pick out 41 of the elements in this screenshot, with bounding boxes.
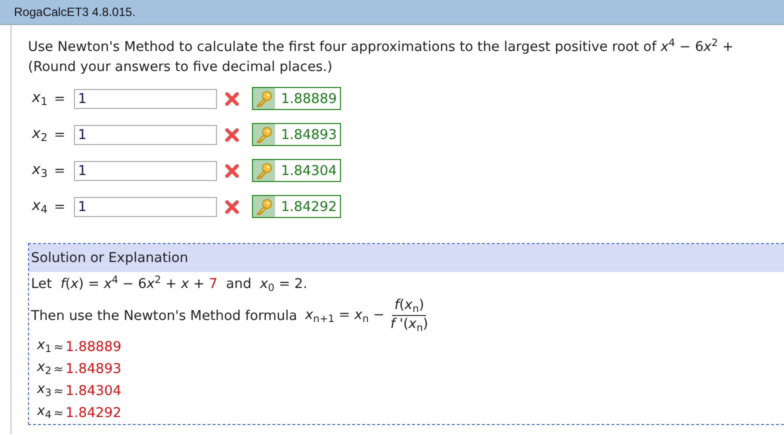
answer-field[interactable]: 1 xyxy=(74,160,217,180)
equals-sign: = xyxy=(54,90,66,106)
answer-key-value: 1.88889 xyxy=(280,90,338,108)
approx-sign: ≈ xyxy=(53,405,64,422)
approx-sign: ≈ xyxy=(53,339,64,356)
answer-key-value: 1.84893 xyxy=(280,126,338,144)
variable-label: x$_{2}$ xyxy=(37,358,52,378)
approx-sign: ≈ xyxy=(53,383,64,400)
solution-heading: Solution or Explanation xyxy=(29,244,784,272)
approximation-value: 1.84893 xyxy=(66,360,122,379)
question-text: Use Newton's Method to calculate the first four approximations to the largest positive root of x$^{4}$ − 6x$^{2}$ + xyxy=(28,37,735,57)
variable-label: x$_{4}$ xyxy=(32,198,49,216)
approximation-value: 1.84292 xyxy=(66,404,122,423)
variable-label: x$_{1}$ xyxy=(32,90,49,108)
formula-text: x$_{n+1}$ = x$_{n}$ − xyxy=(305,306,384,324)
answer-key-value: 1.84304 xyxy=(280,162,338,180)
variable-label: x$_{1}$ xyxy=(37,336,52,356)
variable-label: x$_{4}$ xyxy=(37,402,52,422)
approx-sign: ≈ xyxy=(53,361,64,378)
key-icon xyxy=(253,196,275,217)
key-icon xyxy=(253,160,275,181)
numerator-text: f(x$_{n}$) xyxy=(392,297,426,316)
answer-field[interactable]: 1 xyxy=(74,124,217,144)
variable-label: x$_{2}$ xyxy=(32,126,49,144)
answer-field[interactable]: 1 xyxy=(74,88,217,108)
key-icon xyxy=(253,124,275,145)
approximation-value: 1.84304 xyxy=(66,382,122,401)
answer-key-value: 1.84292 xyxy=(280,198,338,216)
equals-sign: = xyxy=(54,162,66,178)
equals-sign: = xyxy=(54,126,66,142)
window-title: RogaCalcET3 4.8.015. xyxy=(14,5,136,19)
key-icon xyxy=(253,88,275,109)
answer-field[interactable]: 1 xyxy=(74,196,217,216)
question-text: (Round your answers to five decimal places.) xyxy=(28,58,334,77)
solution-text: Then use the Newton's Method formula xyxy=(31,308,298,324)
denominator-text: f '(x$_{n}$) xyxy=(389,316,430,334)
variable-label: x$_{3}$ xyxy=(37,380,52,400)
approximation-value: 1.88889 xyxy=(66,338,122,357)
variable-label: x$_{3}$ xyxy=(32,162,49,180)
solution-text: Let f(x) = x$^{4}$ − 6x$^{2}$ + x + 7 and x$_{0}$ = 2. xyxy=(31,275,308,294)
equals-sign: = xyxy=(54,198,66,214)
